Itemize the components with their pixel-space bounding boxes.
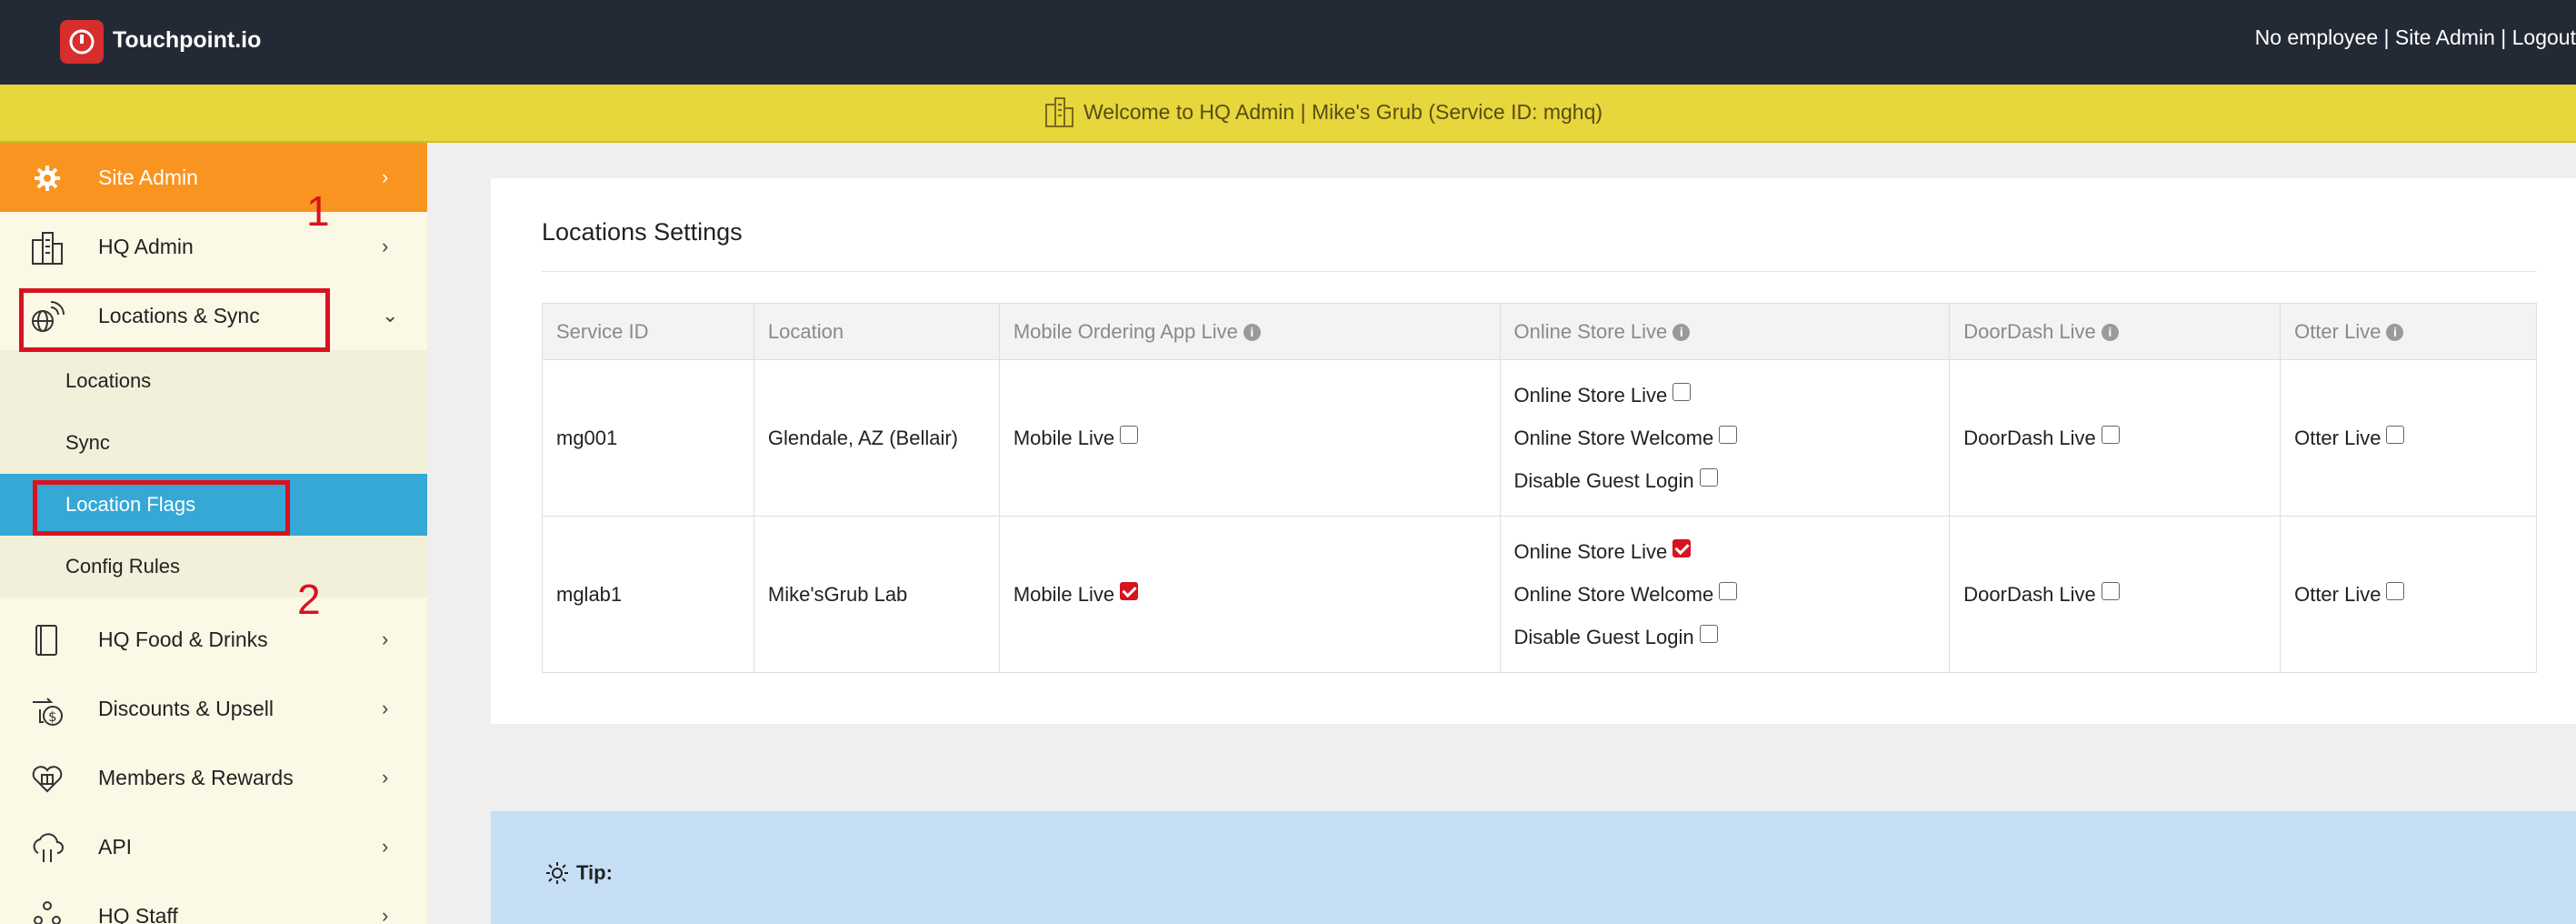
- chevron-down-icon: ⌄: [382, 304, 399, 326]
- sidebar-subitem-sync[interactable]: Sync: [0, 412, 427, 474]
- mobile-cell: Mobile Live: [998, 516, 1501, 673]
- chevron-right-icon: ›: [382, 235, 389, 257]
- table-row: mglab1 Mike'sGrub Lab Mobile Live Online…: [542, 516, 2537, 673]
- chevron-right-icon: ›: [382, 628, 389, 650]
- column-header: Mobile Ordering App Live i: [998, 303, 1501, 360]
- logout-link[interactable]: Logout: [2512, 25, 2576, 49]
- table-header-row: Service ID Location Mobile Ordering App …: [542, 303, 2537, 360]
- cloud-transfer-icon: [33, 833, 64, 862]
- separator: |: [2383, 25, 2390, 49]
- otter-cell: Otter Live: [2280, 516, 2537, 673]
- highlight-box: [19, 288, 330, 352]
- sidebar-item-label: HQ Admin: [98, 234, 194, 258]
- sidebar-subitem-config-rules[interactable]: Config Rules: [0, 536, 427, 598]
- disable-guest-login-checkbox[interactable]: [1699, 625, 1718, 643]
- welcome-text: Welcome to HQ Admin | Mike's Grub (Servi…: [1083, 99, 1603, 124]
- otter-live-checkbox[interactable]: [2386, 426, 2405, 444]
- online-store-live-checkbox[interactable]: [1672, 383, 1692, 401]
- staff-icon: [34, 901, 61, 924]
- sidebar-item-label: Site Admin: [98, 165, 198, 189]
- gear-icon: [35, 166, 60, 191]
- location-cell: Glendale, AZ (Bellair): [753, 359, 1000, 517]
- dollar-cycle-icon: $: [33, 698, 63, 726]
- chevron-right-icon: ›: [382, 835, 389, 858]
- heart-gift-icon: [32, 766, 63, 793]
- info-icon[interactable]: i: [2386, 324, 2404, 342]
- mobile-cell: Mobile Live: [998, 359, 1501, 517]
- sidebar-item-label: Discounts & Upsell: [98, 696, 275, 720]
- divider: [542, 271, 2537, 272]
- online-store-cell: Online Store Live Online Store Welcome D…: [1499, 359, 1951, 517]
- mobile-live-checkbox[interactable]: [1120, 426, 1139, 444]
- chevron-right-icon: ›: [382, 697, 389, 719]
- logo-icon[interactable]: [60, 20, 104, 64]
- welcome-bar: Welcome to HQ Admin | Mike's Grub (Servi…: [0, 85, 2576, 143]
- chevron-right-icon: ›: [382, 166, 389, 188]
- info-icon[interactable]: i: [1243, 324, 1261, 342]
- sidebar-subitem-label: Sync: [65, 431, 110, 454]
- service-id-cell: mg001: [542, 359, 754, 517]
- sidebar-item-label: API: [98, 834, 133, 859]
- lightbulb-icon: [546, 862, 568, 884]
- sidebar-item-hq-food-drinks[interactable]: HQ Food & Drinks ›: [0, 605, 427, 674]
- online-store-welcome-checkbox[interactable]: [1719, 426, 1738, 444]
- building-icon: [1045, 97, 1073, 127]
- column-header: Service ID: [542, 303, 754, 360]
- employee-link[interactable]: No employee: [2255, 25, 2379, 49]
- top-bar: Touchpoint.io No employee | Site Admin |…: [0, 0, 2576, 85]
- app-name[interactable]: Touchpoint.io: [113, 27, 261, 54]
- mobile-live-checkbox[interactable]: [1120, 582, 1139, 600]
- doordash-live-checkbox[interactable]: [2101, 582, 2120, 600]
- info-icon[interactable]: i: [1672, 324, 1691, 342]
- doordash-live-checkbox[interactable]: [2101, 426, 2120, 444]
- sidebar-item-discounts-upsell[interactable]: $ Discounts & Upsell ›: [0, 674, 427, 743]
- sidebar-item-site-admin[interactable]: Site Admin ›: [0, 143, 427, 212]
- menu-book-icon: [35, 625, 57, 656]
- column-header: Location: [753, 303, 1000, 360]
- online-store-welcome-checkbox[interactable]: [1719, 582, 1738, 600]
- top-links: No employee | Site Admin | Logout: [2255, 25, 2576, 50]
- chevron-right-icon: ›: [382, 904, 389, 924]
- doordash-cell: DoorDash Live: [1949, 359, 2281, 517]
- sidebar-item-hq-staff[interactable]: HQ Staff ›: [0, 881, 427, 924]
- online-store-live-checkbox[interactable]: [1672, 539, 1692, 557]
- doordash-cell: DoorDash Live: [1949, 516, 2281, 673]
- building-icon: [32, 232, 63, 265]
- separator: |: [2501, 25, 2507, 49]
- location-cell: Mike'sGrub Lab: [753, 516, 1000, 673]
- sidebar-item-members-rewards[interactable]: Members & Rewards ›: [0, 743, 427, 812]
- highlight-box: [33, 480, 290, 536]
- sidebar-item-api[interactable]: API ›: [0, 812, 427, 881]
- sidebar-subitem-label: Config Rules: [65, 555, 180, 578]
- sidebar-item-label: HQ Staff: [98, 903, 178, 924]
- otter-cell: Otter Live: [2280, 359, 2537, 517]
- disable-guest-login-checkbox[interactable]: [1699, 468, 1718, 487]
- sidebar-subitem-locations[interactable]: Locations: [0, 350, 427, 412]
- column-header: Otter Live i: [2280, 303, 2537, 360]
- locations-settings-card: Locations Settings Service ID Location M…: [491, 178, 2576, 724]
- chevron-right-icon: ›: [382, 766, 389, 788]
- page-title: Locations Settings: [542, 218, 743, 246]
- sidebar-item-hq-admin[interactable]: HQ Admin ›: [0, 212, 427, 281]
- column-header: Online Store Live i: [1499, 303, 1951, 360]
- location-flags-table: Service ID Location Mobile Ordering App …: [542, 303, 2537, 673]
- table-row: mg001 Glendale, AZ (Bellair) Mobile Live…: [542, 359, 2537, 517]
- annotation-number: 2: [297, 576, 321, 623]
- site-admin-link[interactable]: Site Admin: [2395, 25, 2495, 49]
- tip-label: Tip:: [576, 861, 613, 884]
- info-icon[interactable]: i: [2101, 324, 2119, 342]
- service-id-cell: mglab1: [542, 516, 754, 673]
- tip-panel: Tip:: [491, 811, 2576, 924]
- otter-live-checkbox[interactable]: [2386, 582, 2405, 600]
- sidebar-subitem-label: Locations: [65, 369, 152, 392]
- online-store-cell: Online Store Live Online Store Welcome D…: [1499, 516, 1951, 673]
- svg-text:$: $: [48, 708, 57, 725]
- sidebar-item-label: Members & Rewards: [98, 765, 294, 789]
- column-header: DoorDash Live i: [1949, 303, 2281, 360]
- annotation-number: 1: [306, 187, 330, 235]
- sidebar-item-label: HQ Food & Drinks: [98, 627, 268, 651]
